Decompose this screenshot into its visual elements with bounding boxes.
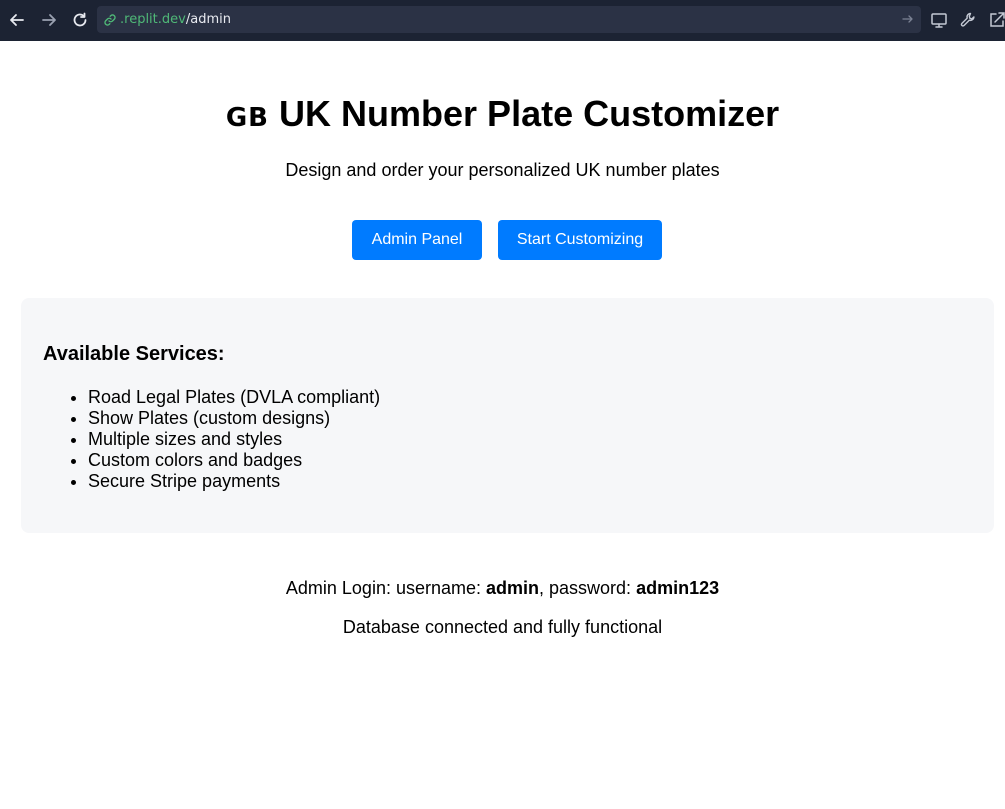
gb-flag-text: GB [225, 103, 270, 133]
login-username: admin [486, 578, 540, 598]
list-item: Road Legal Plates (DVLA compliant) [88, 387, 380, 408]
list-item: Custom colors and badges [88, 450, 380, 471]
services-list: Road Legal Plates (DVLA compliant) Show … [88, 387, 380, 492]
wrench-icon[interactable] [959, 11, 977, 29]
start-customizing-button[interactable]: Start Customizing [498, 220, 662, 260]
admin-panel-button[interactable]: Admin Panel [352, 220, 482, 260]
services-heading: Available Services: [43, 343, 225, 365]
monitor-icon[interactable] [930, 11, 948, 29]
page-title-text: UK Number Plate Customizer [279, 93, 780, 134]
list-item: Show Plates (custom designs) [88, 408, 380, 429]
address-bar[interactable]: .replit.dev/admin [97, 6, 921, 33]
services-panel: Available Services: Road Legal Plates (D… [21, 298, 994, 533]
back-arrow-icon [8, 11, 26, 29]
page-title: GB UK Number Plate Customizer [0, 92, 1005, 140]
url-path: /admin [185, 12, 231, 27]
login-prefix: Admin Login: username: [285, 578, 486, 598]
page-subtitle: Design and order your personalized UK nu… [285, 160, 720, 180]
admin-login-note: Admin Login: username: admin, password: … [0, 577, 1005, 599]
database-status: Database connected and fully functional [342, 617, 663, 637]
go-arrow-icon[interactable] [901, 12, 915, 26]
reload-button[interactable] [68, 8, 92, 32]
url-domain: .replit.dev [120, 12, 186, 27]
login-password: admin123 [636, 578, 720, 598]
link-icon [103, 13, 117, 27]
forward-button[interactable] [37, 8, 61, 32]
browser-toolbar: .replit.dev/admin [0, 0, 1005, 41]
external-link-icon[interactable] [988, 11, 1005, 29]
back-button[interactable] [5, 8, 29, 32]
list-item: Secure Stripe payments [88, 471, 380, 492]
password-prefix: , password: [539, 578, 637, 598]
forward-arrow-icon [40, 11, 58, 29]
list-item: Multiple sizes and styles [88, 429, 380, 450]
reload-icon [71, 11, 89, 29]
